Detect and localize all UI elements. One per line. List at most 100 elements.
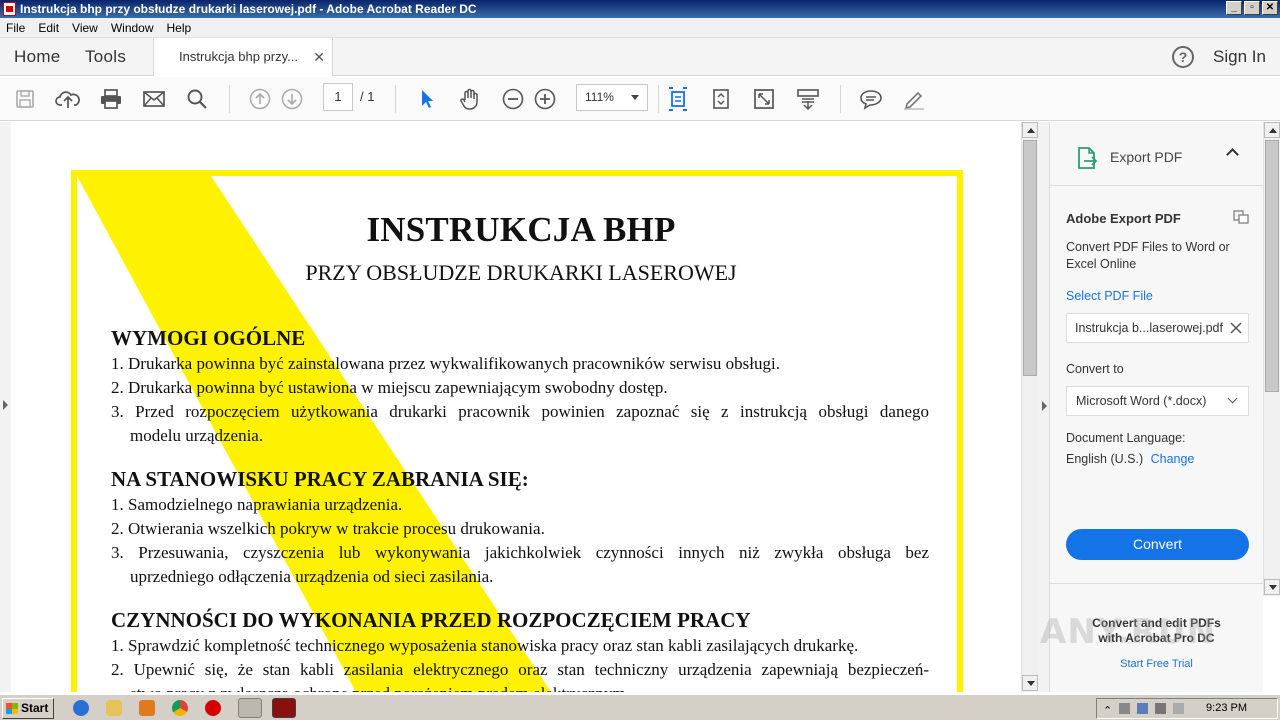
list-item: 1. Sprawdzić kompletność technicznego wy…	[111, 636, 859, 655]
right-pane-toggle[interactable]	[1038, 122, 1050, 692]
panel-scrollbar[interactable]	[1263, 122, 1280, 596]
rotate-page-icon[interactable]	[708, 77, 734, 121]
list-item: 3. Przesuwania, czyszczenia lub wykonywa…	[111, 543, 929, 562]
export-description: Convert PDF Files to Word or Excel Onlin…	[1066, 240, 1230, 271]
convert-button[interactable]: Convert	[1066, 529, 1249, 560]
change-language-link[interactable]: Change	[1151, 452, 1195, 466]
selected-file-name: Instrukcja b...laserowej.pdf	[1075, 321, 1223, 335]
menu-window[interactable]: Window	[111, 18, 154, 37]
selected-file-field[interactable]: Instrukcja b...laserowej.pdf	[1066, 313, 1249, 343]
document-view[interactable]: INSTRUKCJA BHP PRZY OBSŁUDZE DRUKARKI LA…	[0, 122, 1021, 692]
scroll-mode-icon[interactable]	[794, 77, 822, 121]
chrome-icon[interactable]	[172, 700, 188, 716]
volume-icon[interactable]	[1155, 703, 1166, 714]
search-icon[interactable]	[183, 77, 211, 121]
acrobat-app-icon	[3, 2, 16, 16]
scroll-down-button[interactable]	[1022, 675, 1038, 691]
toolbar-separator	[229, 85, 230, 113]
export-pdf-header[interactable]: Export PDF	[1050, 122, 1263, 186]
zoom-out-icon[interactable]	[500, 77, 526, 121]
menu-view[interactable]: View	[72, 18, 98, 37]
clear-file-icon[interactable]	[1230, 321, 1242, 335]
list-item: 3. Przed rozpoczęciem użytkowania drukar…	[111, 402, 929, 421]
menu-bar: File Edit View Window Help	[0, 18, 1280, 38]
page-number-input[interactable]: 1	[323, 83, 353, 111]
page-total-label: / 1	[360, 89, 375, 104]
section-heading: NA STANOWISKU PRACY ZABRANIA SIĘ:	[111, 467, 529, 491]
left-nav-pane-toggle[interactable]	[0, 122, 11, 692]
window-title-bar: Instrukcja bhp przy obsłudze drukarki la…	[0, 0, 1280, 18]
acrobat-task-button[interactable]	[272, 698, 296, 718]
export-pdf-title: Export PDF	[1110, 149, 1183, 165]
save-icon[interactable]	[12, 77, 38, 121]
start-free-trial-link[interactable]: Start Free Trial	[1050, 658, 1263, 670]
convert-to-label: Convert to	[1066, 362, 1124, 376]
list-item: 1. Samodzielnego naprawiania urządzenia.	[111, 495, 403, 514]
select-cursor-icon[interactable]	[414, 77, 440, 121]
tray-arrow-icon[interactable]: ⌃	[1103, 702, 1114, 717]
menu-file[interactable]: File	[6, 18, 25, 37]
next-page-icon[interactable]	[279, 77, 305, 121]
panel-divider	[1050, 583, 1263, 584]
print-icon[interactable]	[97, 77, 125, 121]
section-title: Adobe Export PDF	[1066, 211, 1181, 226]
cloud-upload-icon[interactable]	[54, 77, 82, 121]
previous-page-icon[interactable]	[247, 77, 273, 121]
full-screen-icon[interactable]	[751, 77, 777, 121]
minimize-button[interactable]: _	[1226, 1, 1242, 15]
taskbar: Start ⌃ 9:23 PM	[0, 694, 1280, 720]
maximize-button[interactable]: ▫	[1244, 1, 1260, 15]
tab-close-icon[interactable]: ✕	[313, 38, 325, 76]
list-item-continuation: modelu urządzenia.	[130, 426, 264, 445]
opera-icon[interactable]	[205, 700, 221, 716]
firefox-task-button[interactable]	[238, 698, 262, 718]
menu-help[interactable]: Help	[167, 18, 192, 37]
list-item: 2. Drukarka powinna być ustawiona w miej…	[111, 378, 668, 397]
chevron-down-icon	[1227, 393, 1238, 404]
section-heading: WYMOGI OGÓLNE	[111, 326, 306, 350]
folder-icon[interactable]	[106, 700, 122, 716]
highlight-pen-icon[interactable]	[900, 77, 928, 121]
start-button[interactable]: Start	[2, 698, 54, 719]
flag-icon[interactable]	[1173, 703, 1184, 714]
convert-format-select[interactable]: Microsoft Word (*.docx)	[1066, 386, 1249, 416]
windows-logo-icon	[6, 703, 18, 714]
scroll-thumb[interactable]	[1023, 140, 1037, 376]
close-button[interactable]: ✕	[1262, 1, 1278, 15]
tab-tools[interactable]: Tools	[85, 38, 126, 76]
toolbar-separator	[840, 85, 841, 113]
scroll-down-button[interactable]	[1264, 579, 1280, 595]
tab-document-label: Instrukcja bhp przy...	[179, 49, 298, 64]
tray-app-icon[interactable]	[1137, 703, 1148, 714]
chevron-up-icon[interactable]	[1226, 148, 1239, 161]
scroll-up-button[interactable]	[1022, 122, 1038, 138]
document-language-label: Document Language:	[1066, 431, 1186, 445]
media-player-icon[interactable]	[139, 700, 155, 716]
section-heading: CZYNNOŚCI DO WYKONANIA PRZED ROZPOCZĘCIE…	[111, 608, 751, 632]
comment-icon[interactable]	[857, 77, 885, 121]
tab-home[interactable]: Home	[14, 38, 61, 76]
hand-tool-icon[interactable]	[456, 77, 484, 121]
scroll-up-button[interactable]	[1264, 122, 1280, 138]
pdf-content: INSTRUKCJA BHP PRZY OBSŁUDZE DRUKARKI LA…	[11, 122, 1021, 692]
menu-edit[interactable]: Edit	[38, 18, 59, 37]
network-icon[interactable]	[1119, 703, 1130, 714]
ie-icon[interactable]	[73, 700, 89, 716]
list-item-continuation: uprzedniego odłączenia urządzenia od sie…	[130, 567, 494, 586]
document-scrollbar[interactable]	[1021, 122, 1038, 692]
zoom-in-icon[interactable]	[532, 77, 558, 121]
toolbar-separator	[395, 85, 396, 113]
copy-icon[interactable]	[1232, 209, 1250, 230]
sign-in-button[interactable]: Sign In	[1213, 38, 1266, 76]
tab-document[interactable]: Instrukcja bhp przy... ✕	[153, 38, 333, 76]
scroll-thumb[interactable]	[1265, 140, 1279, 392]
document-subtitle: PRZY OBSŁUDZE DRUKARKI LASEROWEJ	[305, 260, 737, 285]
fit-page-icon[interactable]	[665, 77, 691, 121]
tab-bar: Home Tools Instrukcja bhp przy... ✕ ? Si…	[0, 38, 1280, 76]
pdf-page: INSTRUKCJA BHP PRZY OBSŁUDZE DRUKARKI LA…	[11, 122, 1021, 692]
select-pdf-file-link[interactable]: Select PDF File	[1066, 289, 1153, 303]
email-icon[interactable]	[140, 77, 168, 121]
zoom-level-value: 111%	[585, 90, 614, 104]
help-icon[interactable]: ?	[1172, 46, 1194, 68]
zoom-level-select[interactable]: 111%	[576, 84, 648, 111]
